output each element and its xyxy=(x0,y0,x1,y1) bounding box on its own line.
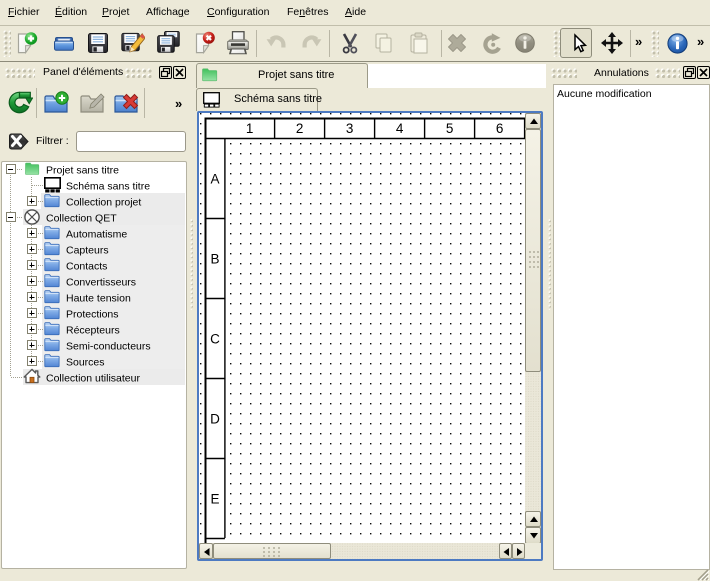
svg-text:E: E xyxy=(210,492,219,507)
svg-text:2: 2 xyxy=(296,121,304,136)
svg-text:4: 4 xyxy=(396,121,404,136)
svg-text:Projet sans titre: Projet sans titre xyxy=(46,165,119,177)
svg-text:A: A xyxy=(210,172,219,187)
svg-text:B: B xyxy=(210,252,219,267)
svg-text:Semi-conducteurs: Semi-conducteurs xyxy=(66,341,151,353)
svg-text:1: 1 xyxy=(246,121,254,136)
svg-text:Collection utilisateur: Collection utilisateur xyxy=(46,373,140,385)
svg-text:Schéma sans titre: Schéma sans titre xyxy=(66,181,150,193)
svg-text:Capteurs: Capteurs xyxy=(66,245,109,257)
svg-text:Convertisseurs: Convertisseurs xyxy=(66,277,136,289)
svg-text:Haute tension: Haute tension xyxy=(66,293,131,305)
svg-text:5: 5 xyxy=(446,121,454,136)
svg-text:Sources: Sources xyxy=(66,357,105,369)
svg-text:Collection projet: Collection projet xyxy=(66,197,141,209)
svg-text:Récepteurs: Récepteurs xyxy=(66,325,120,337)
svg-text:Collection QET: Collection QET xyxy=(46,213,117,225)
svg-text:C: C xyxy=(210,332,220,347)
svg-text:Automatisme: Automatisme xyxy=(66,229,127,241)
svg-text:3: 3 xyxy=(346,121,354,136)
svg-text:D: D xyxy=(210,412,220,427)
svg-text:6: 6 xyxy=(496,121,504,136)
svg-text:Protections: Protections xyxy=(66,309,119,321)
svg-text:Contacts: Contacts xyxy=(66,261,107,273)
